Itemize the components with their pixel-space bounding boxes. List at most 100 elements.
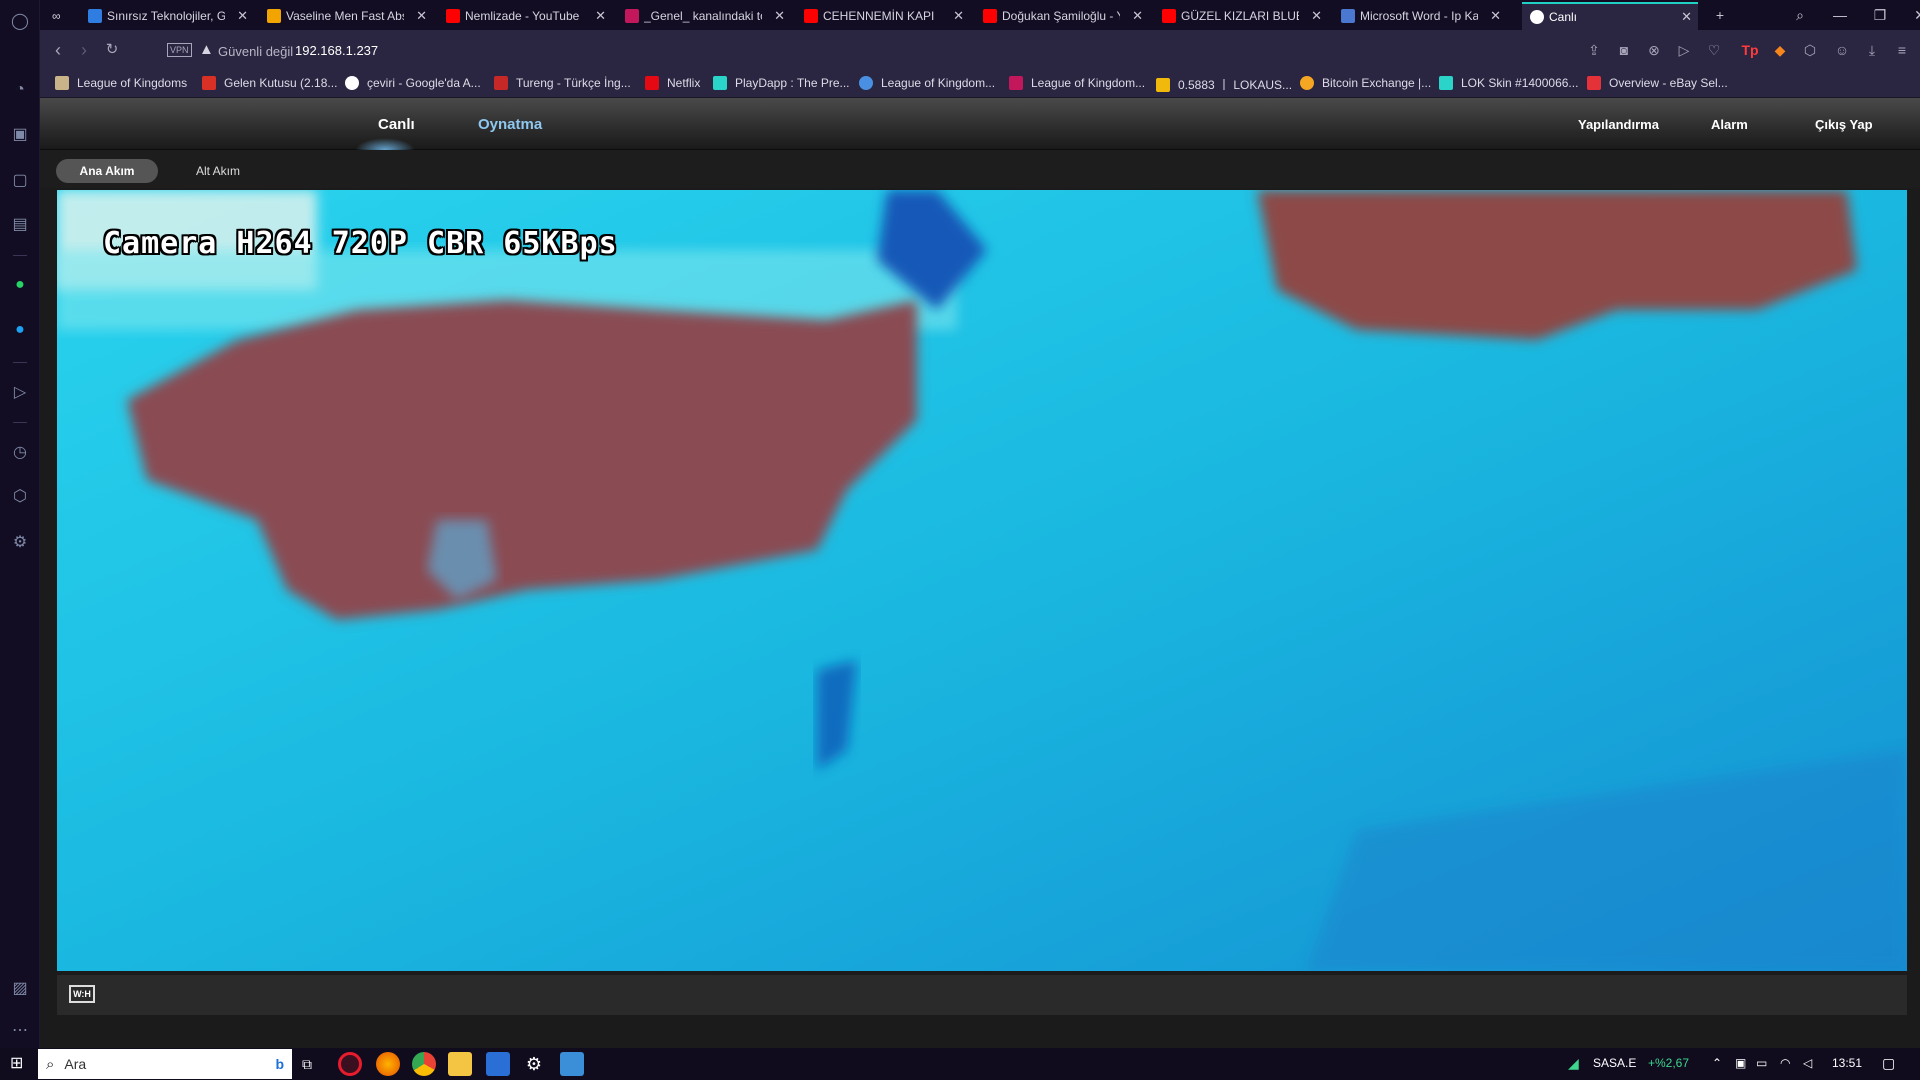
tab-close-icon[interactable]: ✕	[416, 8, 427, 24]
live-video-feed[interactable]: Camera H264 720P CBR 65KBps	[57, 190, 1907, 971]
opera-logo-icon[interactable]: ◯	[8, 9, 32, 33]
bookmark-item[interactable]: League of Kingdoms	[55, 76, 187, 90]
file-explorer-taskbar-icon[interactable]	[448, 1052, 472, 1076]
bookmark-item[interactable]: League of Kingdom...	[1009, 76, 1145, 90]
bookmark-item[interactable]: Gelen Kutusu (2.18...	[202, 76, 337, 90]
windows-start-icon[interactable]: ⊞	[10, 1055, 28, 1073]
aspect-ratio-button[interactable]: W:H	[69, 985, 95, 1003]
download-icon[interactable]: ⤓	[1862, 40, 1882, 60]
bookmark-item[interactable]: Netflix	[645, 76, 700, 90]
bookmark-item[interactable]: Overview - eBay Sel...	[1587, 76, 1728, 90]
security-status[interactable]: Güvenli değil	[218, 44, 293, 59]
history-icon[interactable]: ◷	[8, 440, 32, 464]
profile-icon[interactable]: ☺	[1832, 40, 1852, 60]
twitter-icon[interactable]: ●	[8, 318, 32, 342]
app-taskbar-icon[interactable]	[486, 1052, 510, 1076]
nav-logout[interactable]: Çıkış Yap	[1815, 117, 1873, 132]
remote-desktop-taskbar-icon[interactable]	[560, 1052, 584, 1076]
adblock-icon[interactable]: ⊗	[1644, 40, 1664, 60]
speed-dial-icon[interactable]: ◔	[8, 78, 32, 102]
new-tab-button[interactable]: +	[1700, 0, 1740, 30]
browser-tab[interactable]: Nemlizade - YouTube ✕	[438, 2, 612, 30]
settings-gear-icon[interactable]: ⚙	[8, 530, 32, 554]
tp-extension-icon[interactable]: Tp	[1740, 40, 1760, 60]
browser-tab[interactable]: CEHENNEMİN KAPI ✕	[796, 2, 970, 30]
metamask-extension-icon[interactable]: ◆	[1770, 40, 1790, 60]
nav-configuration[interactable]: Yapılandırma	[1578, 117, 1659, 132]
bookmark-item[interactable]: PlayDapp : The Pre...	[713, 76, 850, 90]
send-icon[interactable]: ▷	[1674, 40, 1694, 60]
network-icon[interactable]: ◠	[1780, 1056, 1790, 1070]
gallery-icon[interactable]: ▨	[8, 976, 32, 1000]
extensions-icon[interactable]: ⬡	[8, 484, 32, 508]
task-view-icon[interactable]: ⧉	[302, 1056, 312, 1073]
sub-stream-tab[interactable]: Alt Akım	[188, 159, 248, 183]
warning-icon[interactable]: ▲	[199, 41, 214, 58]
player-play-icon[interactable]: ▷	[8, 380, 32, 404]
reload-button[interactable]: ↻	[102, 40, 122, 60]
more-icon[interactable]: ⋯	[8, 1018, 32, 1042]
tab-close-icon[interactable]: ✕	[595, 8, 606, 24]
main-stream-tab[interactable]: Ana Akım	[56, 159, 158, 183]
tab-close-icon[interactable]: ✕	[953, 8, 964, 24]
player-icon[interactable]: ▤	[8, 212, 32, 236]
bing-icon[interactable]: b	[275, 1056, 284, 1072]
globe-icon	[1530, 10, 1544, 24]
crypto-wallet-icon[interactable]: ▣	[8, 122, 32, 146]
back-button[interactable]: ‹	[48, 40, 68, 60]
nav-alarm[interactable]: Alarm	[1711, 117, 1748, 132]
tab-workspaces-icon[interactable]: ∞	[44, 2, 74, 30]
easy-setup-icon[interactable]: ≡	[1892, 40, 1912, 60]
snapshot-camera-icon[interactable]: ◙	[1614, 40, 1634, 60]
tray-chevron-icon[interactable]: ⌃	[1712, 1056, 1722, 1070]
tray-app-icon[interactable]: ▣	[1735, 1056, 1746, 1070]
battery-icon[interactable]: ▭	[1756, 1056, 1767, 1070]
bookmark-item[interactable]: League of Kingdom...	[859, 76, 995, 90]
bookmark-item[interactable]: LOK Skin #1400066...	[1439, 76, 1578, 90]
tab-close-icon[interactable]: ✕	[1132, 8, 1143, 24]
bookmark-favicon	[1009, 76, 1023, 90]
share-icon[interactable]: ⇪	[1584, 40, 1604, 60]
whatsapp-icon[interactable]: ●	[8, 273, 32, 297]
settings-taskbar-icon[interactable]: ⚙	[522, 1052, 546, 1076]
stock-trend-icon[interactable]: ◢	[1568, 1055, 1579, 1072]
url-field[interactable]: 192.168.1.237	[295, 43, 378, 58]
browser-tab[interactable]: Sınırsız Teknolojiler, Gü ✕	[80, 2, 254, 30]
tab-close-icon[interactable]: ✕	[1311, 8, 1322, 24]
forward-button[interactable]: ›	[74, 40, 94, 60]
bookmark-heart-icon[interactable]: ♡	[1704, 40, 1724, 60]
opera-taskbar-icon[interactable]	[338, 1052, 362, 1076]
stock-change[interactable]: +%2,67	[1648, 1056, 1689, 1070]
tab-close-icon[interactable]: ✕	[774, 8, 785, 24]
bookmark-item[interactable]: Bitcoin Exchange |...	[1300, 76, 1431, 90]
browser-tab[interactable]: _Genel_ kanalındaki top ✕	[617, 2, 791, 30]
bookmark-item[interactable]: Tureng - Türkçe İng...	[494, 76, 631, 90]
firefox-taskbar-icon[interactable]	[376, 1052, 400, 1076]
minimize-button[interactable]: —	[1820, 0, 1860, 30]
extensions-cube-icon[interactable]: ⬡	[1800, 40, 1820, 60]
close-window-button[interactable]: ✕	[1900, 0, 1920, 30]
tab-search-icon[interactable]: ⌕	[1780, 0, 1820, 30]
notifications-icon[interactable]: ▢	[1882, 1055, 1895, 1072]
chrome-taskbar-icon[interactable]	[412, 1052, 436, 1076]
bookmark-item[interactable]: çeviri - Google'da A...	[345, 76, 481, 90]
browser-tab[interactable]: Doğukan Şamiloğlu - Yo ✕	[975, 2, 1149, 30]
twitch-icon[interactable]: ▢	[8, 168, 32, 192]
browser-tab-active[interactable]: Canlı ✕	[1522, 2, 1698, 30]
restore-button[interactable]: ❐	[1860, 0, 1900, 30]
vpn-badge[interactable]: VPN	[167, 43, 192, 57]
stock-symbol[interactable]: SASA.E	[1593, 1056, 1636, 1070]
browser-tab[interactable]: GÜZEL KIZLARI BLUETO✕	[1154, 2, 1328, 30]
bookmark-item[interactable]: 0.5883 丨 LOKAUS...	[1156, 76, 1292, 93]
tab-close-icon[interactable]: ✕	[1681, 9, 1692, 25]
nav-playback[interactable]: Oynatma	[478, 116, 542, 133]
tab-close-icon[interactable]: ✕	[1490, 8, 1501, 24]
nav-live[interactable]: Canlı	[378, 116, 415, 133]
browser-tab[interactable]: Vaseline Men Fast Abso ✕	[259, 2, 433, 30]
browser-tab[interactable]: Microsoft Word - Ip Kar ✕	[1333, 2, 1507, 30]
taskbar-search[interactable]: ⌕ Ara b	[38, 1049, 292, 1079]
tab-close-icon[interactable]: ✕	[237, 8, 248, 24]
volume-icon[interactable]: ◁	[1803, 1056, 1812, 1070]
bookmark-favicon	[859, 76, 873, 90]
clock[interactable]: 13:51	[1832, 1056, 1862, 1070]
